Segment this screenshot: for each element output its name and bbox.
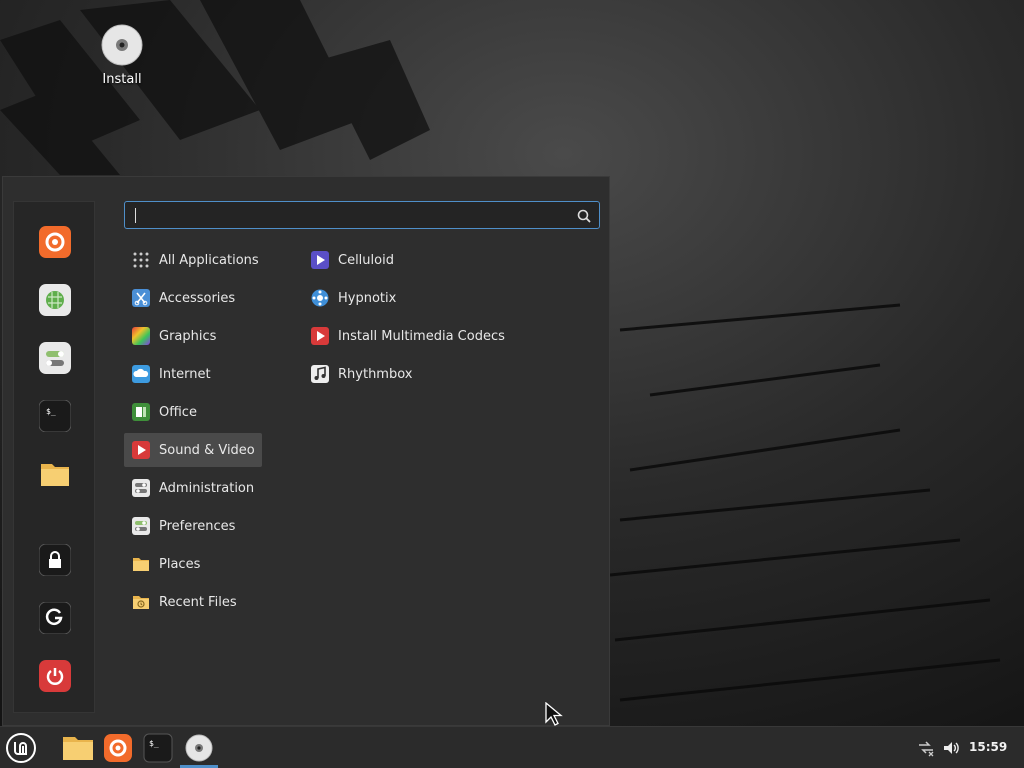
taskbar-install-button[interactable] xyxy=(182,731,216,765)
network-disconnected-icon[interactable] xyxy=(917,739,935,757)
favorite-software-manager[interactable] xyxy=(39,284,71,316)
category-accessories[interactable]: Accessories xyxy=(124,281,262,315)
svg-text:$_: $_ xyxy=(46,407,56,416)
category-label: All Applications xyxy=(159,252,259,268)
favorite-quit[interactable] xyxy=(39,660,71,692)
grid-icon xyxy=(132,251,150,269)
menu-button[interactable] xyxy=(4,731,38,765)
logout-icon xyxy=(39,602,71,634)
category-internet[interactable]: Internet xyxy=(124,357,262,391)
sound-video-icon xyxy=(132,441,150,459)
favorites-sidebar: $_ xyxy=(13,201,95,713)
celluloid-icon xyxy=(311,251,329,269)
category-label: Sound & Video xyxy=(159,442,255,458)
app-hypnotix[interactable]: Hypnotix xyxy=(303,281,543,315)
rhythmbox-icon xyxy=(311,365,329,383)
app-rhythmbox[interactable]: Rhythmbox xyxy=(303,357,543,391)
category-label: Recent Files xyxy=(159,594,237,610)
category-places[interactable]: Places xyxy=(124,547,262,581)
folder-icon xyxy=(41,464,69,486)
accessories-icon xyxy=(132,289,150,307)
office-icon xyxy=(132,403,150,421)
category-office[interactable]: Office xyxy=(124,395,262,429)
codecs-icon xyxy=(311,327,329,345)
category-label: Administration xyxy=(159,480,255,496)
desktop-icon-label: Install xyxy=(102,72,142,87)
settings-icon xyxy=(39,342,71,374)
software-manager-icon xyxy=(39,284,71,316)
lock-icon xyxy=(39,544,71,576)
menu-icon xyxy=(6,733,36,763)
volume-icon[interactable] xyxy=(942,739,960,757)
disc-icon xyxy=(101,24,143,66)
category-label: Places xyxy=(159,556,201,572)
category-label: Office xyxy=(159,404,197,420)
taskbar-firefox-button[interactable] xyxy=(101,731,135,765)
taskbar-terminal-button[interactable]: $_ xyxy=(141,731,175,765)
app-label: Celluloid xyxy=(338,252,394,268)
svg-text:$_: $_ xyxy=(149,739,159,748)
preferences-icon xyxy=(132,517,150,535)
favorite-log-out[interactable] xyxy=(39,602,71,634)
disc-icon xyxy=(185,734,213,762)
search-icon[interactable] xyxy=(577,209,591,223)
app-install-multimedia-codecs[interactable]: Install Multimedia Codecs xyxy=(303,319,543,353)
administration-icon xyxy=(132,479,150,497)
category-label: Internet xyxy=(159,366,211,382)
category-administration[interactable]: Administration xyxy=(124,471,262,505)
category-all-applications[interactable]: All Applications xyxy=(124,243,262,277)
terminal-icon: $_ xyxy=(143,733,173,763)
category-label: Graphics xyxy=(159,328,217,344)
category-sound-video[interactable]: Sound & Video xyxy=(124,433,262,467)
favorite-terminal[interactable]: $_ xyxy=(39,400,71,432)
favorite-system-settings[interactable] xyxy=(39,342,71,374)
favorite-files[interactable] xyxy=(39,458,71,490)
desktop-icon-install[interactable]: Install xyxy=(92,24,152,87)
category-preferences[interactable]: Preferences xyxy=(124,509,262,543)
category-label: Accessories xyxy=(159,290,236,306)
app-celluloid[interactable]: Celluloid xyxy=(303,243,543,277)
category-recent-files[interactable]: Recent Files xyxy=(124,585,262,619)
app-label: Rhythmbox xyxy=(338,366,413,382)
search-box[interactable] xyxy=(124,201,600,229)
folder-icon xyxy=(132,555,150,573)
application-menu: $_ All Applications Accessories Graphics xyxy=(2,176,610,726)
search-input[interactable] xyxy=(133,205,567,227)
firefox-icon xyxy=(104,734,132,762)
category-label: Preferences xyxy=(159,518,236,534)
favorite-firefox[interactable] xyxy=(39,226,71,258)
firefox-icon xyxy=(39,226,71,258)
mouse-pointer-icon xyxy=(545,702,563,726)
category-graphics[interactable]: Graphics xyxy=(124,319,262,353)
taskbar-files-button[interactable] xyxy=(61,731,95,765)
folder-icon xyxy=(63,737,93,760)
taskbar: $_ 15:59 xyxy=(0,726,1024,768)
hypnotix-icon xyxy=(311,289,329,307)
favorite-lock-screen[interactable] xyxy=(39,544,71,576)
power-icon xyxy=(39,660,71,692)
internet-icon xyxy=(132,365,150,383)
graphics-icon xyxy=(132,327,150,345)
app-label: Hypnotix xyxy=(338,290,397,306)
clock[interactable]: 15:59 xyxy=(969,740,1007,754)
app-label: Install Multimedia Codecs xyxy=(338,328,505,344)
recent-files-icon xyxy=(132,593,150,611)
terminal-icon: $_ xyxy=(39,400,71,432)
